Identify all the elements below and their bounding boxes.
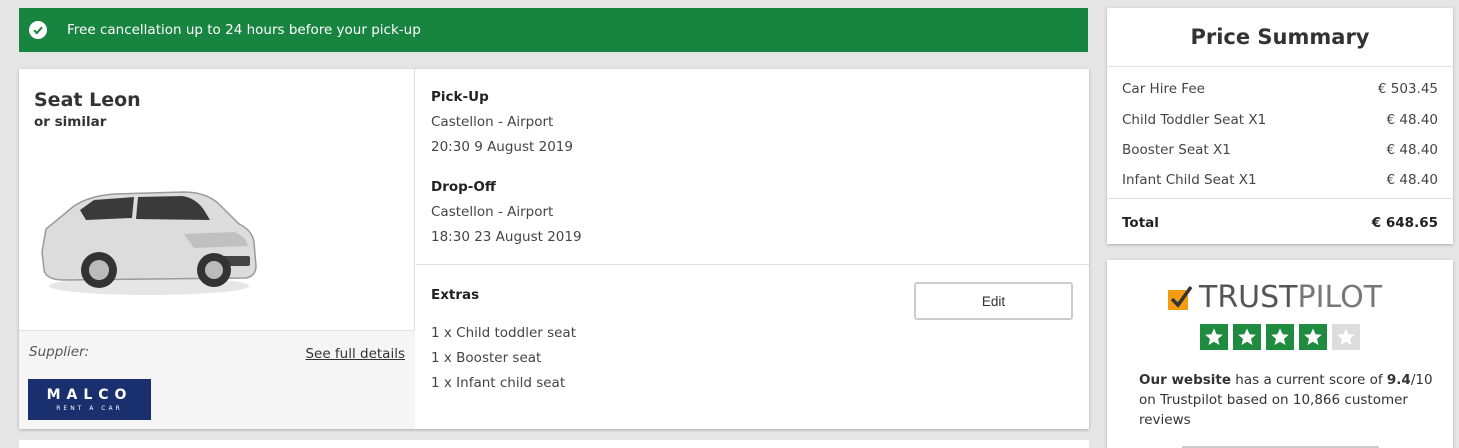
banner-text: Free cancellation up to 24 hours before …	[67, 22, 421, 38]
total-label: Total	[1122, 215, 1159, 231]
price-summary-panel: Price Summary Car Hire Fee € 503.45 Chil…	[1107, 8, 1453, 244]
star-empty-icon	[1332, 324, 1360, 350]
price-total-row: Total € 648.65	[1122, 215, 1438, 231]
price-summary-title: Price Summary	[1107, 8, 1453, 67]
car-name: Seat Leon	[34, 89, 141, 111]
see-full-details-link[interactable]: See full details	[305, 346, 405, 362]
car-panel: Seat Leon or similar Supplier: See full …	[19, 69, 415, 429]
extras-section: Extras Edit 1 x Child toddler seat 1 x B…	[416, 266, 1089, 429]
star-filled-icon	[1299, 324, 1327, 350]
dropoff-datetime: 18:30 23 August 2019	[431, 229, 582, 245]
trustpilot-score-text: Our website has a current score of 9.4/1…	[1139, 372, 1433, 428]
star-filled-icon	[1200, 324, 1228, 350]
price-row: Booster Seat X1 € 48.40	[1122, 142, 1438, 158]
supplier-logo: MALCO RENT A CAR	[28, 379, 151, 420]
trip-details: Pick-Up Castellon - Airport 20:30 9 Augu…	[416, 69, 1089, 265]
pickup-location: Castellon - Airport	[431, 114, 554, 130]
trustpilot-logo: TRUST PILOT	[1167, 280, 1382, 315]
pickup-datetime: 20:30 9 August 2019	[431, 139, 573, 155]
extras-item: 1 x Booster seat	[431, 350, 542, 366]
car-image	[41, 191, 257, 295]
car-subtitle: or similar	[34, 114, 107, 130]
extras-label: Extras	[431, 287, 480, 303]
dropoff-label: Drop-Off	[431, 179, 496, 195]
next-card-edge	[19, 440, 1089, 448]
star-rating	[1200, 324, 1365, 350]
extras-item: 1 x Child toddler seat	[431, 325, 576, 341]
extras-item: 1 x Infant child seat	[431, 375, 566, 391]
star-filled-icon	[1266, 324, 1294, 350]
check-circle-icon	[29, 21, 47, 39]
trustpilot-widget: TRUST PILOT Our website has a current sco…	[1107, 260, 1453, 448]
dropoff-location: Castellon - Airport	[431, 204, 554, 220]
price-row: Child Toddler Seat X1 € 48.40	[1122, 112, 1438, 128]
edit-extras-button[interactable]: Edit	[914, 282, 1073, 320]
price-row: Infant Child Seat X1 € 48.40	[1122, 172, 1438, 188]
supplier-section: Supplier: See full details MALCO RENT A …	[19, 330, 415, 429]
star-filled-icon	[1233, 324, 1261, 350]
total-amount: € 648.65	[1371, 215, 1438, 231]
free-cancellation-banner: Free cancellation up to 24 hours before …	[19, 8, 1088, 52]
pickup-label: Pick-Up	[431, 89, 489, 105]
supplier-label: Supplier:	[29, 344, 90, 360]
booking-card: Seat Leon or similar Supplier: See full …	[19, 69, 1089, 429]
divider	[1107, 198, 1453, 199]
trustpilot-check-icon	[1168, 285, 1193, 310]
price-row: Car Hire Fee € 503.45	[1122, 81, 1438, 97]
